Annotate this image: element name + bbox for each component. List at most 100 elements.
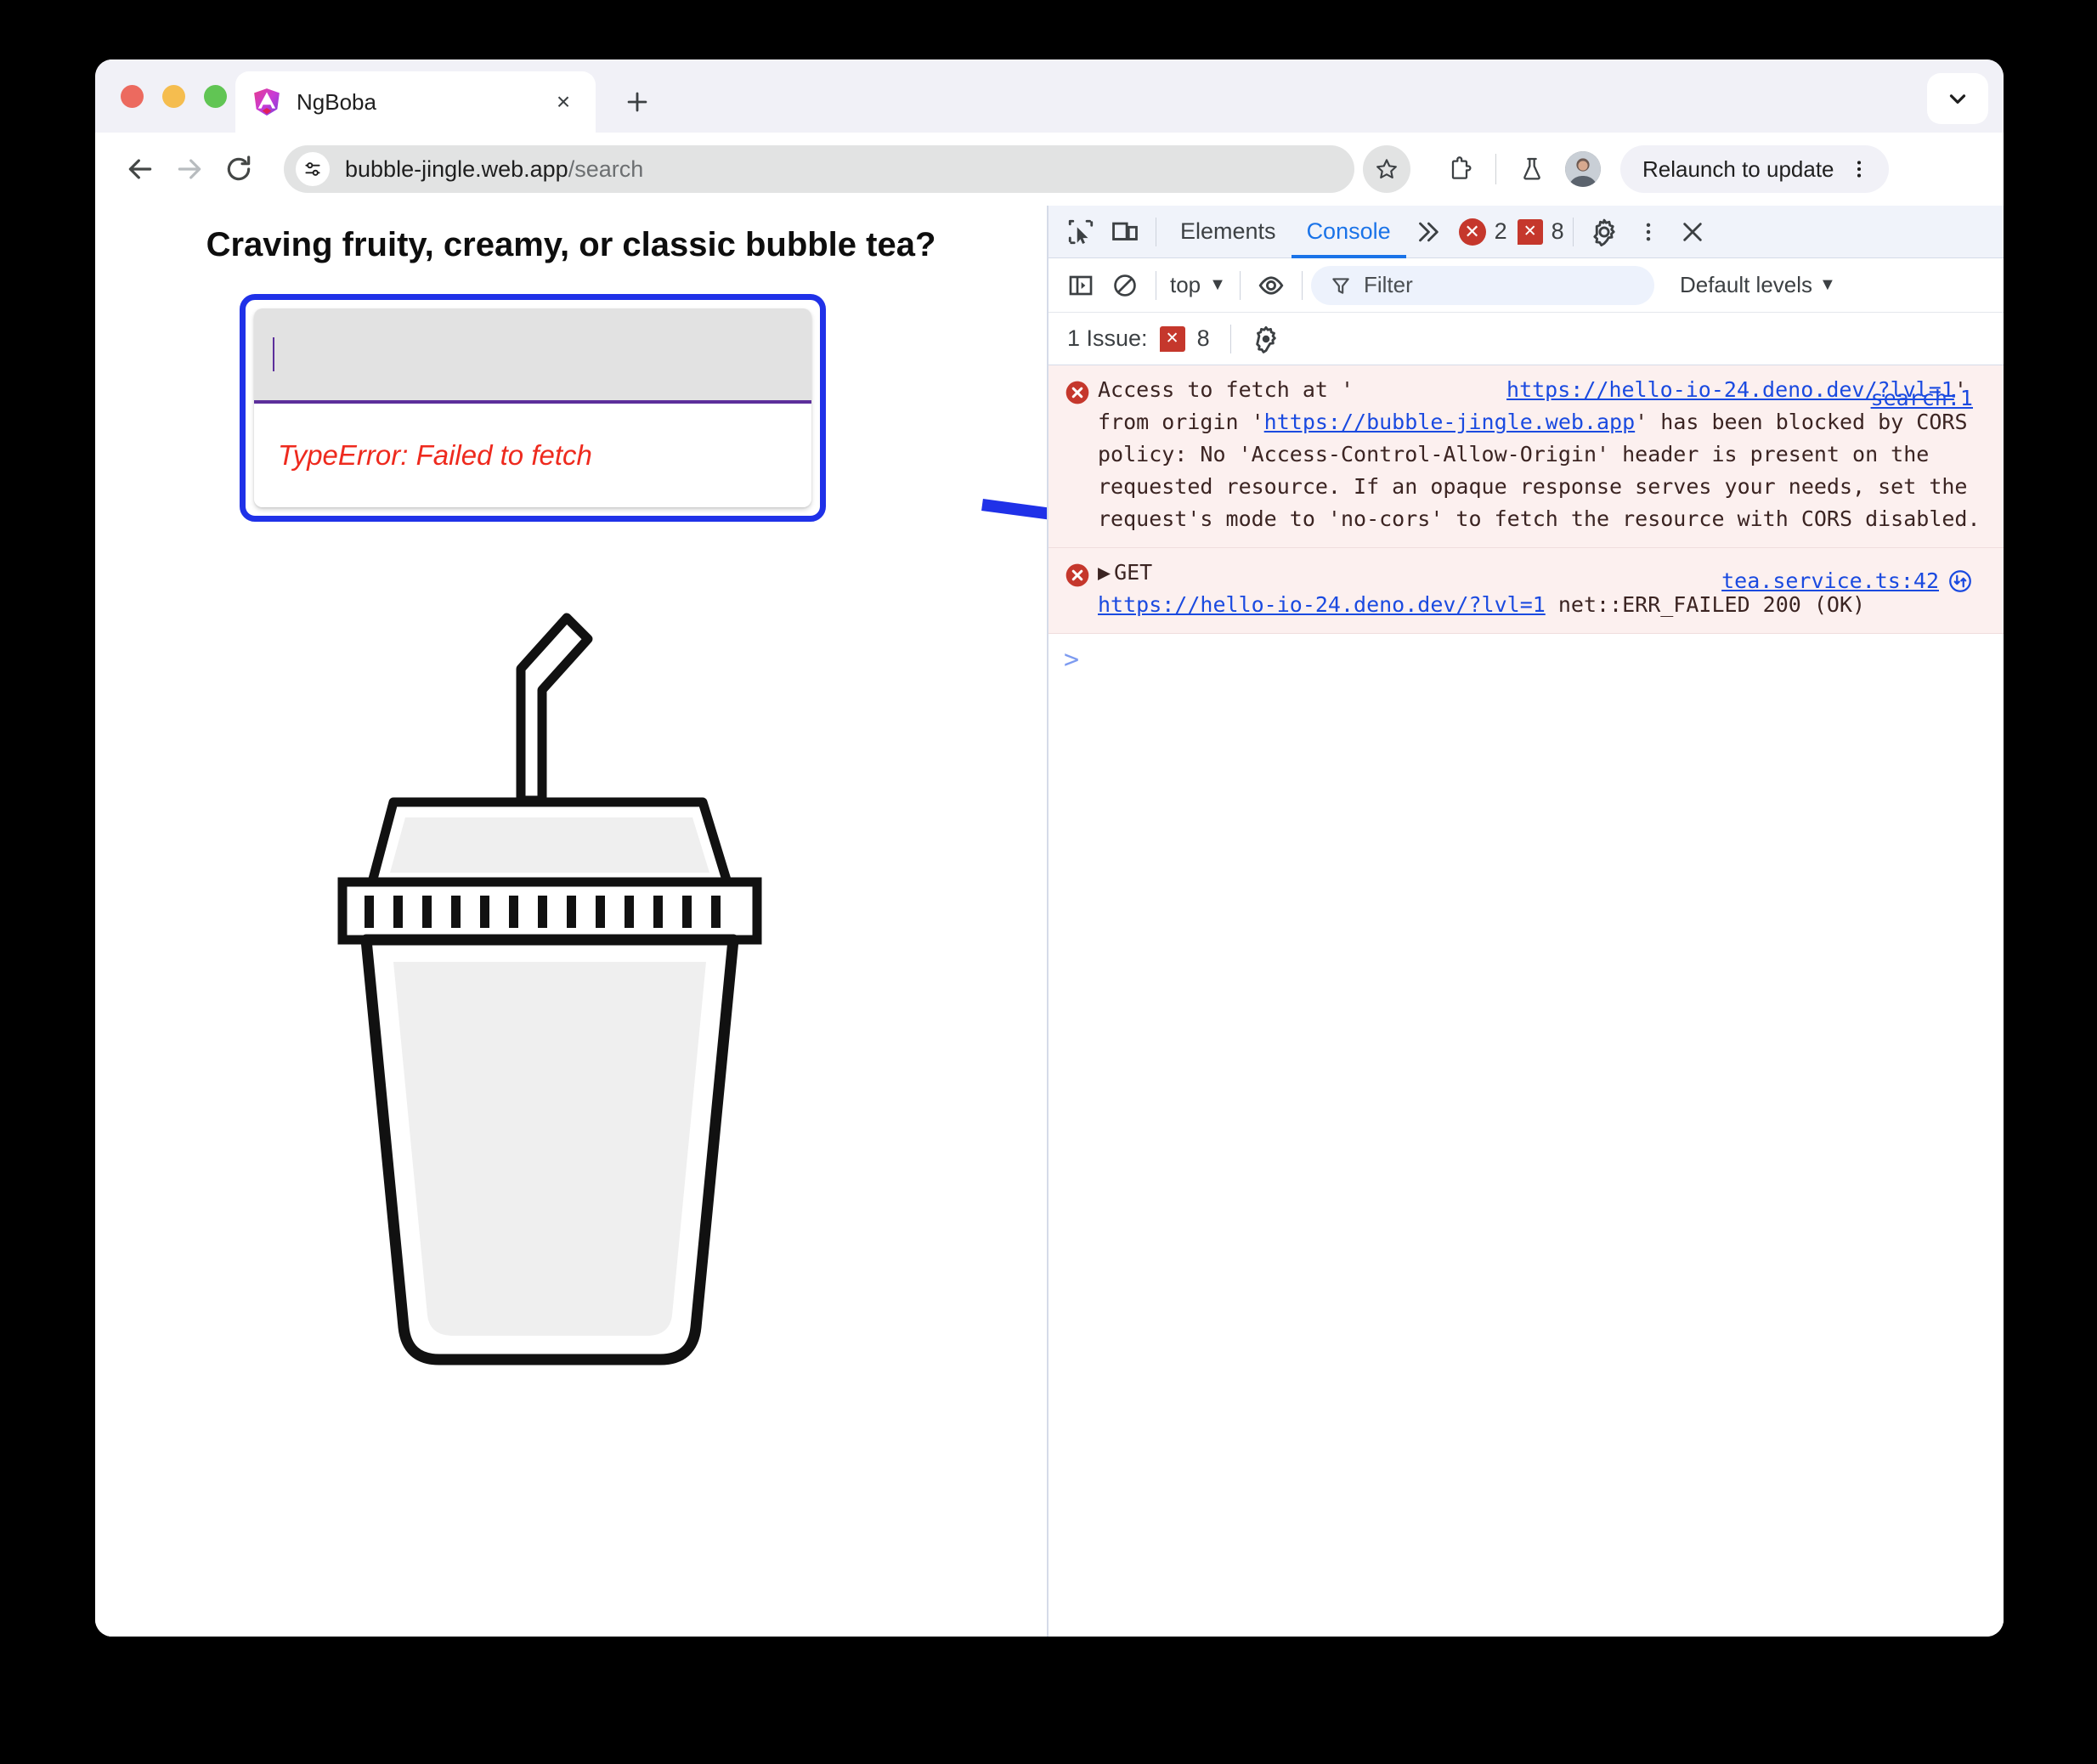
issues-bar[interactable]: 1 Issue: ✕ 8 [1048,313,2004,365]
devtools-panel: Elements Console ✕ 2 ✕ 8 top ▼ Filter De… [1047,206,2004,1637]
network-request-icon[interactable] [1947,568,1973,594]
tab-elements[interactable]: Elements [1165,206,1292,258]
msg-seg-0: Access to fetch at ' [1098,377,1354,402]
star-icon [1376,159,1397,179]
chevron-down-icon: ▼ [1209,275,1226,294]
chevron-down-icon [1949,94,1966,104]
site-info-button[interactable] [296,152,330,186]
address-bar-text: bubble-jingle.web.app/search [345,156,643,183]
gear-icon[interactable] [1582,210,1626,254]
address-bar[interactable]: bubble-jingle.web.app/search [284,145,1410,193]
bookmark-button[interactable] [1363,145,1410,193]
console-message-source-link[interactable]: tea.service.ts:42 [1721,565,1939,597]
forward-button[interactable] [165,144,214,194]
annotation-arrow [981,499,1047,520]
tab-strip: NgBoba × [95,59,2004,133]
search-widget: TypeError: Failed to fetch [254,308,811,507]
labs-button[interactable] [1508,145,1556,193]
tab-console[interactable]: Console [1292,206,1406,258]
issue-badge[interactable]: ✕ 8 [1517,218,1564,245]
more-tabs-icon [1418,222,1439,241]
console-message-text: Access to fetch at ' https://hello-io-24.… [1098,374,1988,535]
window-close-button[interactable] [121,85,144,108]
error-circle-icon: ✕ [1458,218,1486,246]
devtools-tab-bar: Elements Console ✕ 2 ✕ 8 [1048,206,2004,258]
kebab-dots-icon [1857,161,1861,178]
console-message-cors[interactable]: Access to fetch at ' https://hello-io-24.… [1048,365,2004,548]
tab-close-icon[interactable]: × [548,87,579,117]
url-path: /search [568,155,644,182]
issue-square-icon: ✕ [1517,218,1543,245]
plus-icon [627,92,647,112]
issues-divider [1229,324,1231,353]
chevron-down-icon: ▼ [1819,275,1836,294]
web-page: Craving fruity, creamy, or classic bubbl… [95,206,1047,1637]
show-console-sidebar-icon[interactable] [1059,263,1103,308]
error-icon [1065,563,1089,587]
reload-button[interactable] [214,144,263,194]
window-minimize-button[interactable] [162,85,185,108]
window-maximize-button[interactable] [204,85,227,108]
console-message-text: ▶ GET https://hello-io-24.deno.dev/?lvl=1… [1098,557,1988,621]
search-results-panel: TypeError: Failed to fetch [254,404,811,507]
kebab-dots-icon [1646,223,1650,240]
tab-title: NgBoba [297,88,376,115]
devtools-kebab-menu-icon[interactable] [1626,210,1670,254]
error-circle-icon [1064,374,1098,535]
settings-gear-icon [1593,218,1615,246]
browser-tab-ngboba[interactable]: NgBoba × [235,71,596,133]
device-toolbar-icon[interactable] [1103,210,1147,254]
toolbar-divider-c [1301,270,1303,300]
tune-icon [305,162,320,176]
error-count: 2 [1494,218,1507,244]
no-entry-icon [1114,274,1136,297]
toolbar-right-actions: Relaunch to update [1436,145,1889,193]
open-in-network-icon [1949,570,1971,592]
execution-context-label: top [1170,272,1201,297]
browser-viewport: Craving fruity, creamy, or classic bubbl… [95,206,2004,1637]
inspect-element-icon[interactable] [1059,210,1103,254]
console-prompt[interactable]: > [1048,634,2004,687]
msg2-seg-0: GET [1114,560,1153,585]
profile-button[interactable] [1559,145,1607,193]
error-circle-icon [1064,557,1098,621]
console-message-network[interactable]: ▶ GET https://hello-io-24.deno.dev/?lvl=1… [1048,548,2004,634]
angular-logo-icon [254,88,280,116]
new-tab-button[interactable] [620,85,654,119]
msg2-seg-1[interactable]: https://hello-io-24.deno.dev/?lvl=1 [1098,592,1546,617]
chevron-double-right-icon[interactable] [1406,218,1449,246]
live-expression-icon[interactable] [1249,263,1293,308]
error-badge[interactable]: ✕ 2 [1458,218,1507,246]
eye-icon [1258,275,1284,295]
window-controls [121,85,227,108]
toolbar-divider [1495,154,1496,184]
reload-icon [227,155,251,181]
extensions-button[interactable] [1436,145,1484,193]
msg-seg-3[interactable]: https://bubble-jingle.web.app [1264,410,1636,434]
back-button[interactable] [116,144,165,194]
tab-search-button[interactable] [1927,73,1988,124]
relaunch-label: Relaunch to update [1642,155,1834,182]
issues-settings-gear-icon[interactable] [1252,325,1280,353]
console-toolbar: top ▼ Filter Default levels ▼ [1048,258,2004,313]
filter-input[interactable]: Filter [1310,265,1654,305]
clear-console-icon[interactable] [1103,263,1147,308]
devtools-close-icon[interactable] [1670,210,1715,254]
avatar [1565,151,1601,187]
extension-icon [1451,156,1472,179]
relaunch-to-update-button[interactable]: Relaunch to update [1620,145,1889,193]
expand-arrow-icon[interactable]: ▶ [1098,560,1111,585]
execution-context-selector[interactable]: top ▼ [1165,272,1231,298]
text-caret [273,337,274,371]
sidebar-toggle-icon [1069,275,1093,295]
filter-placeholder: Filter [1363,272,1413,297]
kebab-menu-icon[interactable] [1840,150,1879,189]
issues-label: 1 Issue: [1067,325,1148,351]
search-input[interactable] [254,308,811,404]
console-log-list[interactable]: Access to fetch at ' https://hello-io-24.… [1048,365,2004,1637]
arrow-right-icon [178,159,201,179]
console-source-group: tea.service.ts:42 [1721,565,1973,597]
log-level-selector[interactable]: Default levels ▼ [1680,272,1836,298]
console-message-source-link[interactable]: search:1 [1871,382,1973,415]
prompt-chevron-icon: > [1064,645,1080,675]
